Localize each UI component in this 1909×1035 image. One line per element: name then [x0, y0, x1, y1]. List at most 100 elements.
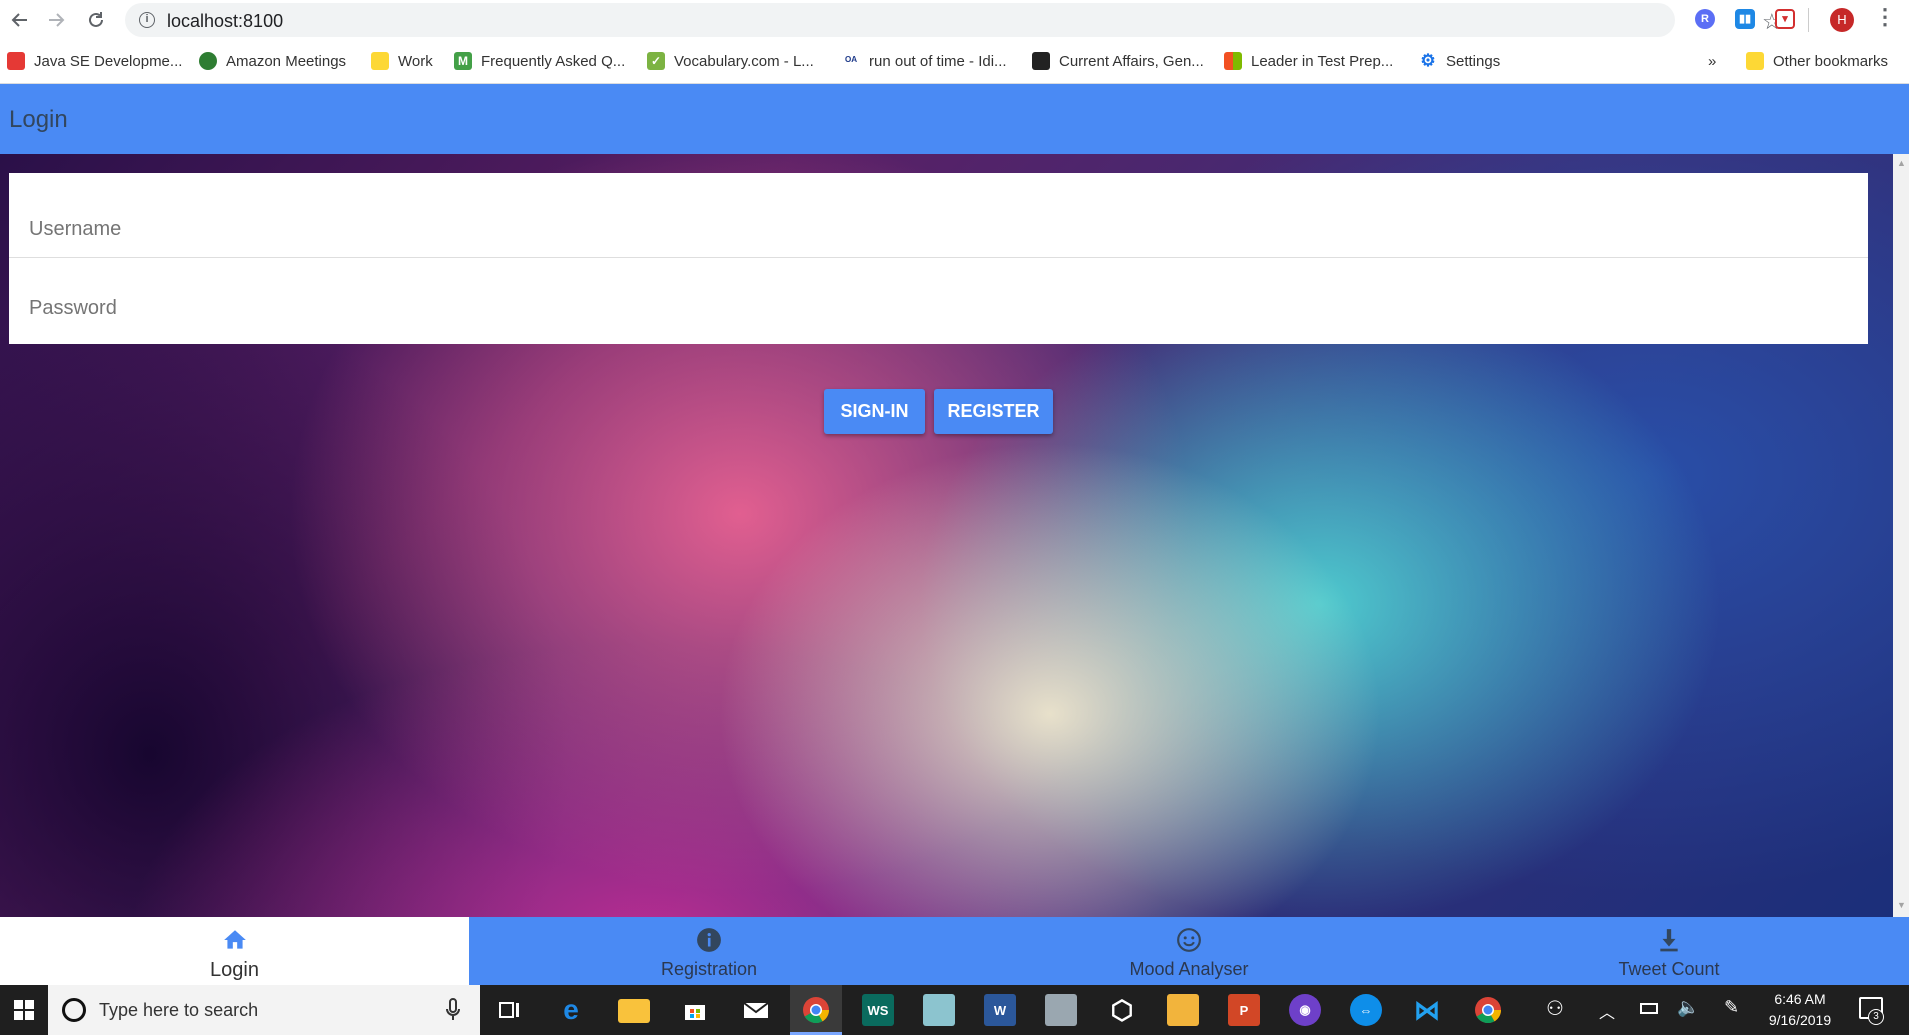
- forward-arrow-icon[interactable]: [40, 4, 72, 36]
- oracle-icon: [7, 52, 25, 70]
- download-icon: [1660, 929, 1678, 952]
- reload-icon[interactable]: [80, 4, 112, 36]
- notepad-icon[interactable]: [923, 994, 955, 1026]
- volume-icon[interactable]: 🔈: [1677, 997, 1699, 1018]
- bookmark-label: Frequently Asked Q...: [481, 52, 626, 70]
- tab-label: Registration: [660, 959, 758, 979]
- bookmark-current-affairs[interactable]: Current Affairs, Gen...: [1032, 50, 1204, 72]
- sticky-notes-icon[interactable]: [1167, 994, 1199, 1026]
- sign-in-button[interactable]: SIGN-IN: [824, 389, 925, 434]
- app-header: Login: [0, 84, 1909, 154]
- microphone-icon[interactable]: [446, 998, 460, 1022]
- cortana-icon: [62, 998, 86, 1022]
- bookmark-label: Settings: [1446, 52, 1501, 70]
- notification-count: 3: [1868, 1009, 1884, 1025]
- pen-icon[interactable]: ✎: [1724, 997, 1739, 1018]
- scrollbar[interactable]: [1893, 154, 1909, 917]
- login-form: [9, 173, 1868, 344]
- profile-avatar[interactable]: H: [1830, 8, 1854, 32]
- tab-tweet-count[interactable]: Tweet Count: [1429, 917, 1909, 985]
- bookmark-label: Work: [398, 52, 433, 70]
- bookmark-work[interactable]: Work: [371, 50, 433, 72]
- site-info-icon[interactable]: i: [139, 12, 155, 28]
- username-field[interactable]: [9, 173, 1868, 258]
- chrome-icon[interactable]: [800, 994, 832, 1026]
- powerpoint-icon[interactable]: P: [1228, 994, 1260, 1026]
- bookmark-label: Leader in Test Prep...: [1251, 52, 1394, 70]
- check-icon: ✓: [647, 52, 665, 70]
- bookmark-label: Current Affairs, Gen...: [1059, 52, 1204, 70]
- mail-icon[interactable]: [740, 994, 772, 1026]
- happy-face-icon: [1177, 928, 1201, 952]
- github-icon[interactable]: ◉: [1289, 994, 1321, 1026]
- password-field[interactable]: [9, 259, 1868, 344]
- bookmark-vocabulary[interactable]: ✓ Vocabulary.com - L...: [647, 50, 814, 72]
- windows-start-button[interactable]: [0, 985, 48, 1035]
- chevron-up-icon[interactable]: ︿: [1599, 999, 1615, 1023]
- clock-date[interactable]: 9/16/2019: [1758, 1012, 1842, 1028]
- bookmark-java-se[interactable]: Java SE Developme...: [7, 50, 182, 72]
- bookmark-faq[interactable]: M Frequently Asked Q...: [454, 50, 625, 72]
- file-explorer-icon[interactable]: [618, 999, 650, 1023]
- taskbar-search[interactable]: Type here to search: [48, 985, 480, 1035]
- folder-icon: [371, 52, 389, 70]
- virtualbox-icon[interactable]: ⬡: [1106, 994, 1138, 1026]
- page-title: Login: [9, 106, 68, 133]
- chime-icon: [199, 52, 217, 70]
- tab-label: Login: [210, 959, 259, 981]
- tab-registration[interactable]: Registration: [469, 917, 949, 985]
- browser-menu-icon[interactable]: ⋮: [1874, 6, 1896, 28]
- bookmarks-bar: Java SE Developme... Amazon Meetings Wor…: [0, 44, 1909, 78]
- clock-time[interactable]: 6:46 AM: [1758, 991, 1842, 1007]
- webstorm-icon[interactable]: WS: [862, 994, 894, 1026]
- info-icon: [697, 928, 721, 952]
- windows-taskbar: Type here to search e WS W ⬡ P ◉ ⇔ ⋈ ⚇ ︿…: [0, 985, 1909, 1035]
- remote-desktop-icon[interactable]: [1045, 994, 1077, 1026]
- bookmark-label: run out of time - Idi...: [869, 52, 1007, 70]
- bookmark-other[interactable]: Other bookmarks: [1746, 50, 1888, 72]
- bookmark-label: Amazon Meetings: [226, 52, 347, 70]
- folder-icon: [1746, 52, 1764, 70]
- microsoft-icon: [1224, 52, 1242, 70]
- bookmark-idioms[interactable]: ᴼᴬ run out of time - Idi...: [842, 50, 1007, 72]
- ca-icon: [1032, 52, 1050, 70]
- vscode-icon[interactable]: ⋈: [1411, 994, 1443, 1026]
- tab-label: Tweet Count: [1618, 959, 1720, 979]
- bookmarks-overflow-button[interactable]: »: [1708, 50, 1716, 72]
- bookmark-amazon-meetings[interactable]: Amazon Meetings: [199, 50, 346, 72]
- bookmark-label: Other bookmarks: [1773, 52, 1889, 70]
- username-input[interactable]: [29, 218, 1829, 241]
- scroll-up-icon[interactable]: ▲: [1897, 158, 1906, 168]
- toolbar-divider: [1808, 8, 1809, 32]
- home-icon: [223, 930, 246, 949]
- gear-icon: ⚙: [1420, 51, 1436, 70]
- extension-trello-icon[interactable]: ▮▮: [1735, 9, 1755, 29]
- tab-label: Mood Analyser: [1129, 959, 1249, 979]
- extension-pocket-icon[interactable]: ▾: [1775, 9, 1795, 29]
- extension-r-icon[interactable]: R: [1695, 9, 1715, 29]
- teamviewer-icon[interactable]: ⇔: [1350, 994, 1382, 1026]
- word-icon[interactable]: W: [984, 994, 1016, 1026]
- battery-icon[interactable]: [1640, 1003, 1658, 1014]
- store-icon[interactable]: [679, 994, 711, 1026]
- bookmark-label: Vocabulary.com - L...: [674, 52, 814, 70]
- tab-login[interactable]: Login: [0, 917, 469, 985]
- back-arrow-icon[interactable]: [4, 4, 36, 36]
- search-placeholder[interactable]: Type here to search: [99, 1000, 258, 1021]
- browser-chrome: i localhost:8100 ☆ R ▮▮ ▾ H ⋮ Java SE De…: [0, 0, 1909, 84]
- register-button[interactable]: REGISTER: [934, 389, 1053, 434]
- bookmark-settings[interactable]: ⚙ Settings: [1419, 50, 1500, 72]
- people-icon[interactable]: ⚇: [1546, 996, 1564, 1021]
- address-bar[interactable]: i localhost:8100 ☆: [125, 3, 1782, 37]
- password-input[interactable]: [29, 297, 1829, 320]
- chrome-icon-2[interactable]: [1472, 994, 1504, 1026]
- task-view-icon[interactable]: [494, 994, 526, 1026]
- bookmark-test-prep[interactable]: Leader in Test Prep...: [1224, 50, 1393, 72]
- idiom-icon: ᴼᴬ: [844, 54, 858, 68]
- url-text[interactable]: localhost:8100: [167, 11, 283, 32]
- m-icon: M: [454, 52, 472, 70]
- scroll-down-icon[interactable]: ▼: [1897, 900, 1906, 910]
- bottom-tab-bar: Login Registration Mood Analyser Tweet C…: [0, 917, 1909, 985]
- edge-icon[interactable]: e: [555, 994, 587, 1026]
- tab-mood-analyser[interactable]: Mood Analyser: [949, 917, 1429, 985]
